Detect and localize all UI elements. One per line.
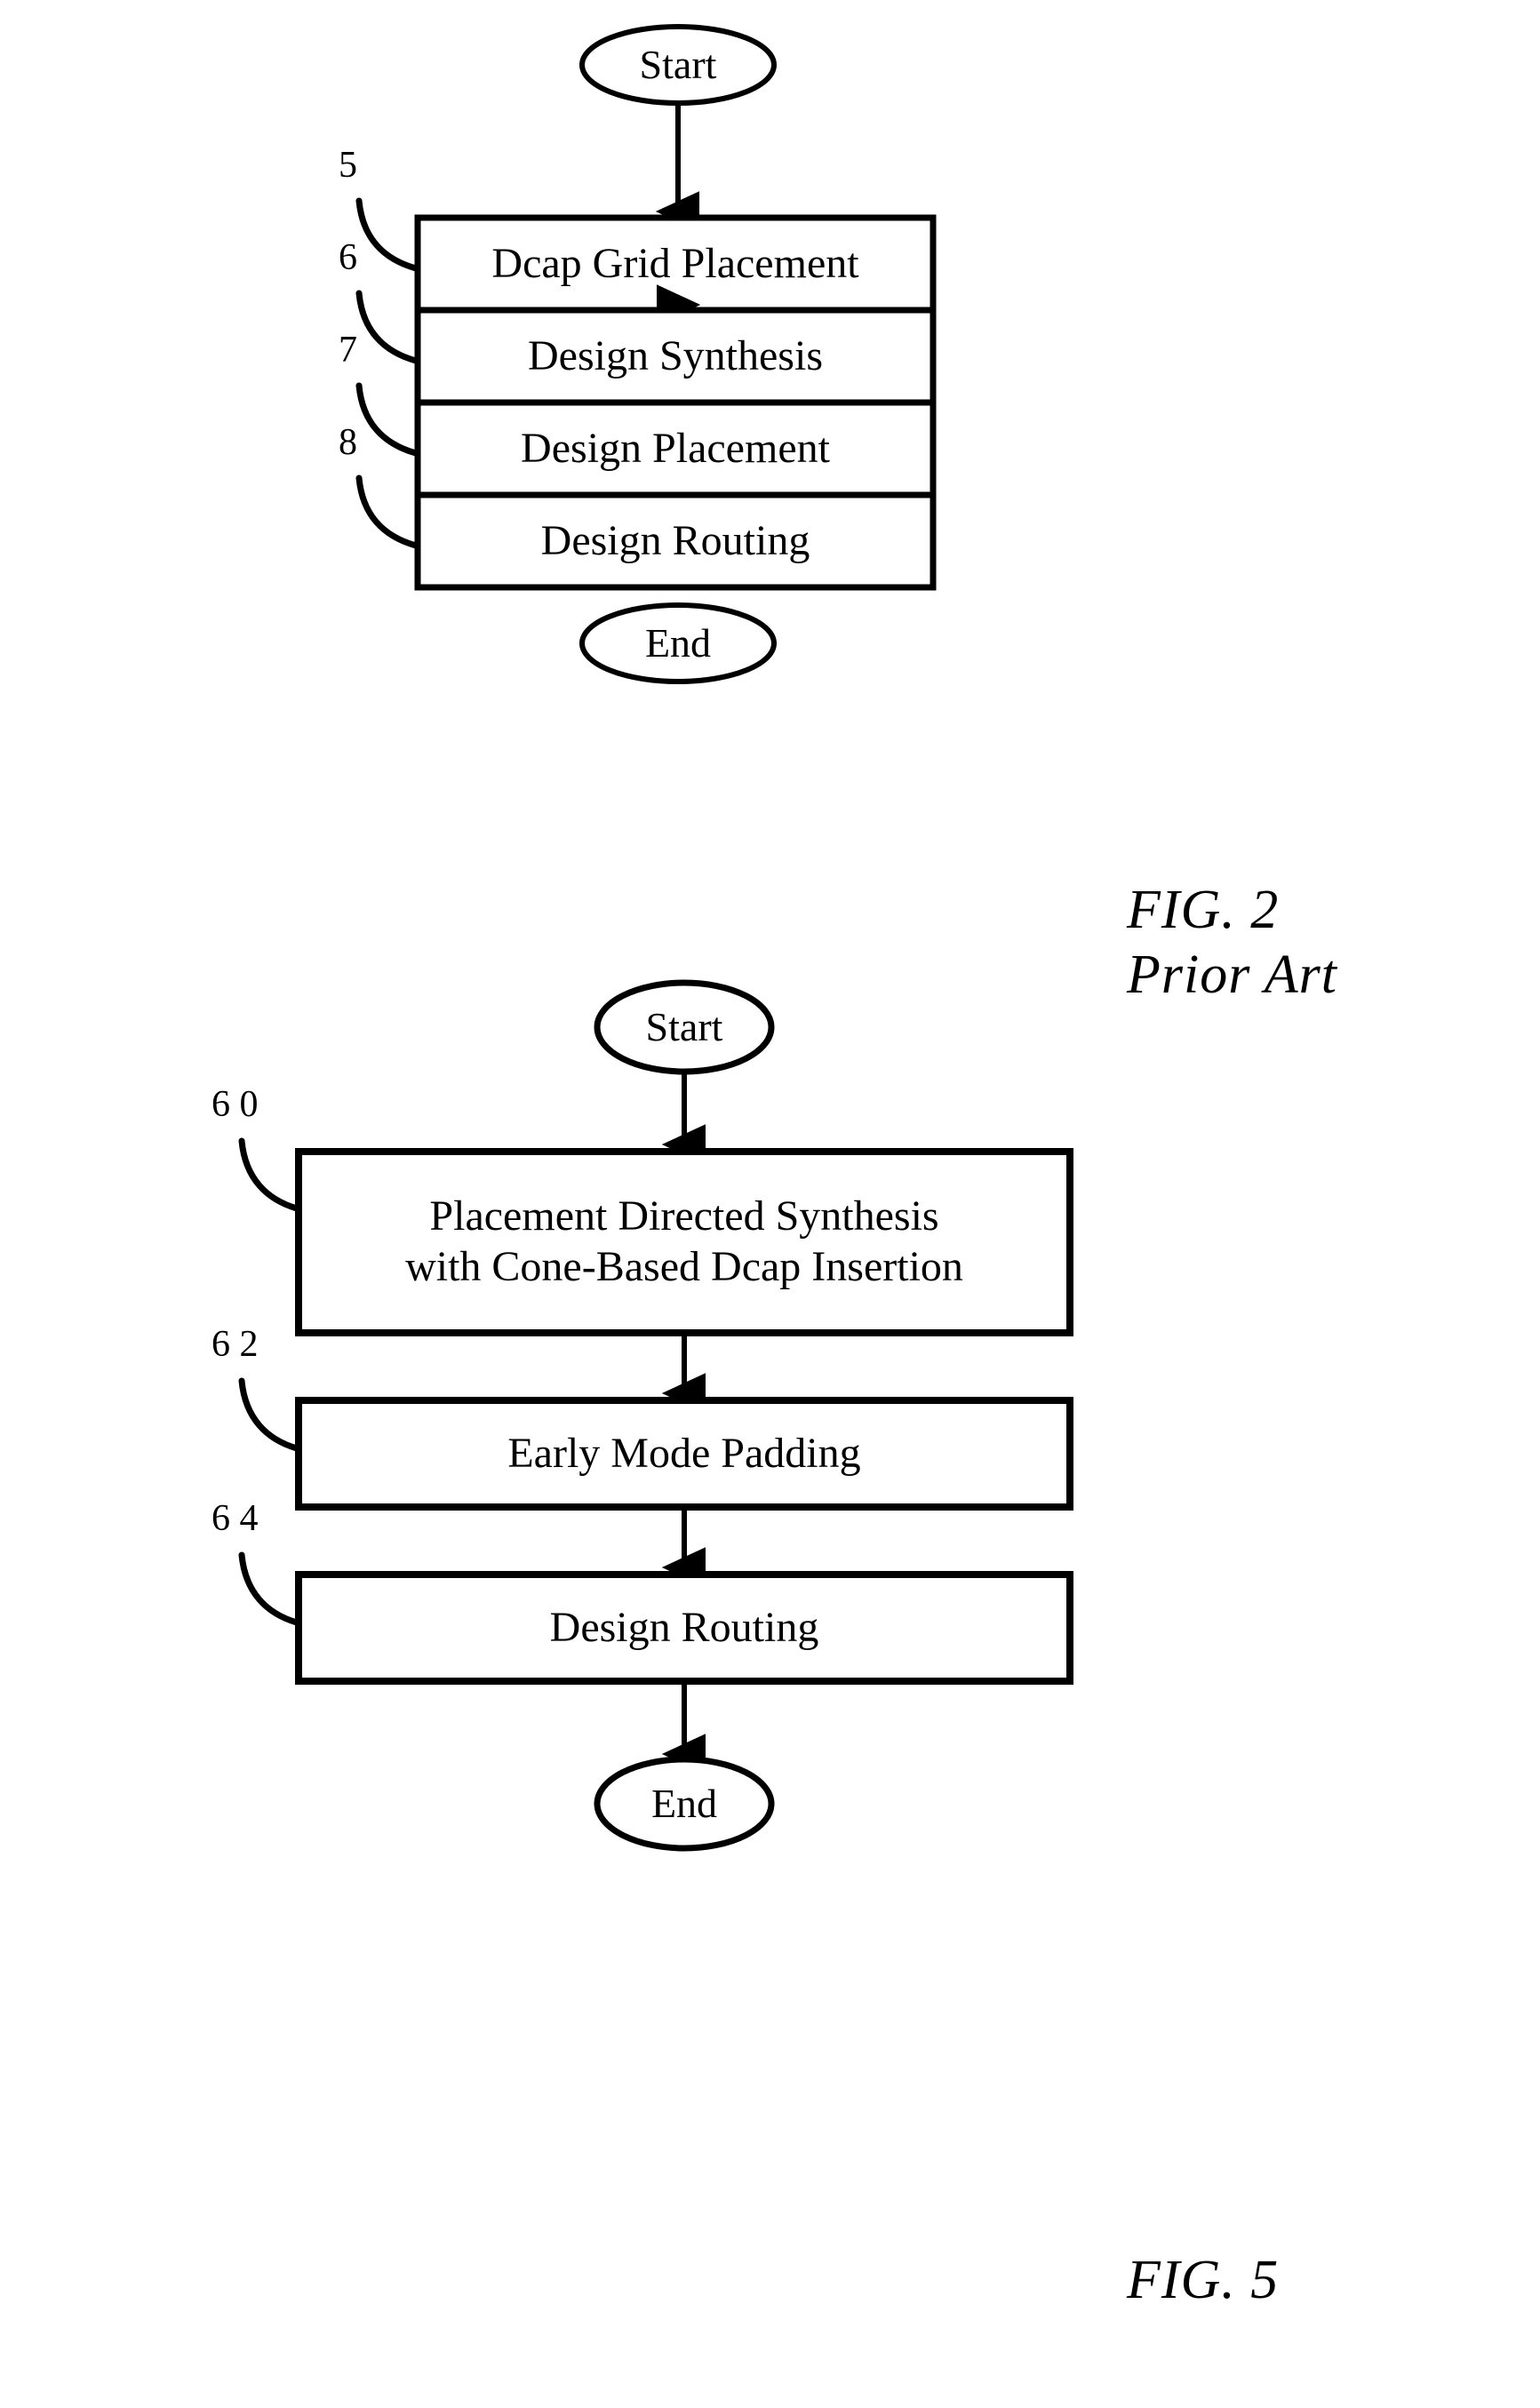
fig5-box-3-text: Design Routing <box>549 1603 819 1651</box>
fig5-ref-62: 6 2 <box>211 1324 259 1365</box>
fig2-box-4-label: Design Routing <box>418 495 933 587</box>
fig5-caption: FIG. 5 <box>1127 2248 1279 2313</box>
fig2-ref-5: 5 <box>339 145 357 186</box>
fig2-box-2-label: Design Synthesis <box>418 310 933 403</box>
fig5-leader-64 <box>238 1551 300 1626</box>
fig2-ref-7: 7 <box>339 330 357 371</box>
fig5-box-2-label: Early Mode Padding <box>299 1400 1070 1507</box>
fig2-leader-5 <box>355 197 419 272</box>
fig2-box-1-label: Dcap Grid Placement <box>418 218 933 310</box>
fig5-box-1-label: Placement Directed Synthesis with Cone-B… <box>299 1152 1070 1333</box>
fig2-ref-8: 8 <box>339 422 357 463</box>
patent-drawing-sheet: Start Dcap Grid Placement 5 Design Synth… <box>0 0 1540 2408</box>
fig2-caption-line-2: Prior Art <box>1127 945 1337 1006</box>
fig2-end-label: End <box>644 620 712 666</box>
fig5-ref-60: 6 0 <box>211 1084 259 1125</box>
fig5-leader-60 <box>238 1137 300 1212</box>
fig2-caption: FIG. 2 Prior Art <box>1127 878 1337 1008</box>
fig2-box-3-text: Design Placement <box>521 424 830 472</box>
fig5-end-label: End <box>650 1781 718 1826</box>
fig5-box-1-text-line-1: Placement Directed Synthesis <box>429 1192 939 1240</box>
fig5-start-label: Start <box>645 1004 723 1049</box>
fig2-caption-line-1: FIG. 2 <box>1127 880 1280 940</box>
fig5-box-3-label: Design Routing <box>299 1575 1070 1681</box>
fig2-leader-7 <box>355 382 419 457</box>
fig5-caption-line-1: FIG. 5 <box>1127 2250 1280 2310</box>
fig2-box-3-label: Design Placement <box>418 403 933 495</box>
fig2-box-2-text: Design Synthesis <box>527 331 823 379</box>
fig2-leader-6 <box>355 290 419 364</box>
fig2-box-4-text: Design Routing <box>540 516 810 564</box>
fig2-box-1-text: Dcap Grid Placement <box>491 239 859 287</box>
fig2-start-label: Start <box>639 42 717 87</box>
fig2-leader-8 <box>355 474 419 549</box>
fig5-box-2-text: Early Mode Padding <box>507 1429 861 1477</box>
fig5-box-1-text-line-2: with Cone-Based Dcap Insertion <box>405 1243 963 1290</box>
fig2-ref-6: 6 <box>339 237 357 278</box>
fig5-leader-62 <box>238 1377 300 1452</box>
fig5-ref-64: 6 4 <box>211 1498 259 1539</box>
